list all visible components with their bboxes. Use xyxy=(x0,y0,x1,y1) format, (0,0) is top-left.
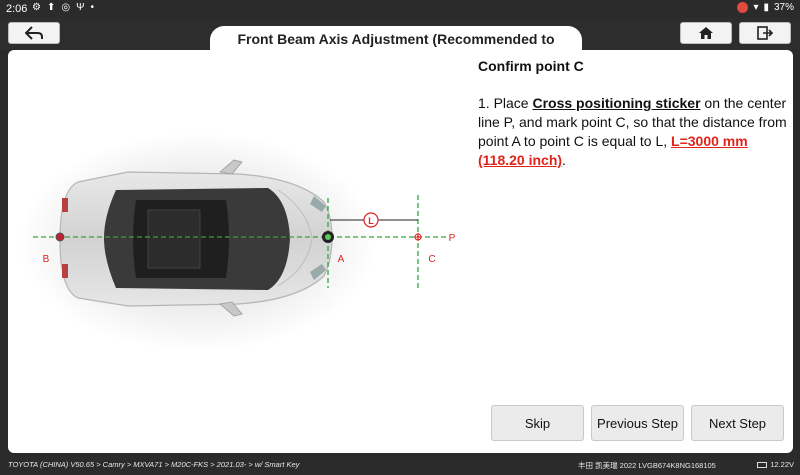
label-c: C xyxy=(428,254,435,265)
label-p: P xyxy=(449,233,456,244)
breadcrumb: TOYOTA (CHINA) V50.65 > Camry > MXVA71 >… xyxy=(8,460,300,469)
previous-step-button[interactable]: Previous Step xyxy=(591,405,684,441)
sticker-name: Cross positioning sticker xyxy=(532,95,701,111)
clock: 2:06 xyxy=(6,3,28,15)
voltage-readout: 12.22V xyxy=(757,460,794,469)
page-title: Front Beam Axis Adjustment (Recommended … xyxy=(210,26,582,74)
voltage-value: 12.22V xyxy=(770,460,794,469)
status-bar: 2:06 ⚙ ⬆ ◎ Ψ • ▾ ▮ 37% xyxy=(0,0,800,18)
footer: TOYOTA (CHINA) V50.65 > Camry > MXVA71 >… xyxy=(0,455,800,475)
step-prefix: 1. Place xyxy=(478,95,533,111)
home-icon xyxy=(699,27,713,39)
label-l: L xyxy=(368,216,374,226)
point-c-marker xyxy=(414,233,422,241)
vehicle-info: 丰田 凯美瑞 2022 LVGB674K8NG168105 xyxy=(578,461,716,470)
back-arrow-icon xyxy=(25,26,43,40)
settings-notification-icon: ⚙ xyxy=(32,2,41,13)
point-a-marker xyxy=(322,231,334,243)
wifi-icon: ▾ xyxy=(753,2,759,13)
alignment-diagram: L B A C P xyxy=(8,50,478,453)
label-b: B xyxy=(43,254,50,265)
usb-notification-icon: Ψ xyxy=(76,2,85,13)
step-suffix: . xyxy=(562,152,566,168)
battery-level: 37% xyxy=(773,2,794,13)
notification-icons: ⚙ ⬆ ◎ Ψ • xyxy=(32,2,94,13)
main-panel: L B A C P Confirm point C 1. Place Cross xyxy=(8,50,793,453)
home-button[interactable] xyxy=(680,22,732,44)
battery-voltage-icon xyxy=(757,461,768,468)
upload-notification-icon: ⬆ xyxy=(46,2,56,13)
skip-button[interactable]: Skip xyxy=(491,405,584,441)
exit-icon xyxy=(757,26,773,40)
instructions-step: 1. Place Cross positioning sticker on th… xyxy=(478,94,788,170)
system-icons: ▾ ▮ 37% xyxy=(737,2,794,13)
dot-notification-icon: • xyxy=(90,2,94,13)
point-b-marker xyxy=(55,232,65,242)
header: Front Beam Axis Adjustment (Recommended … xyxy=(0,18,800,74)
target-notification-icon: ◎ xyxy=(61,2,71,13)
instructions-title: Confirm point C xyxy=(478,58,584,74)
next-step-button[interactable]: Next Step xyxy=(691,405,784,441)
recording-icon xyxy=(737,2,749,13)
car-top-view xyxy=(59,159,333,317)
back-button[interactable] xyxy=(8,22,60,44)
label-a: A xyxy=(338,254,345,265)
battery-icon: ▮ xyxy=(763,2,769,13)
instructions-panel: Confirm point C 1. Place Cross positioni… xyxy=(478,58,788,170)
exit-button[interactable] xyxy=(739,22,791,44)
